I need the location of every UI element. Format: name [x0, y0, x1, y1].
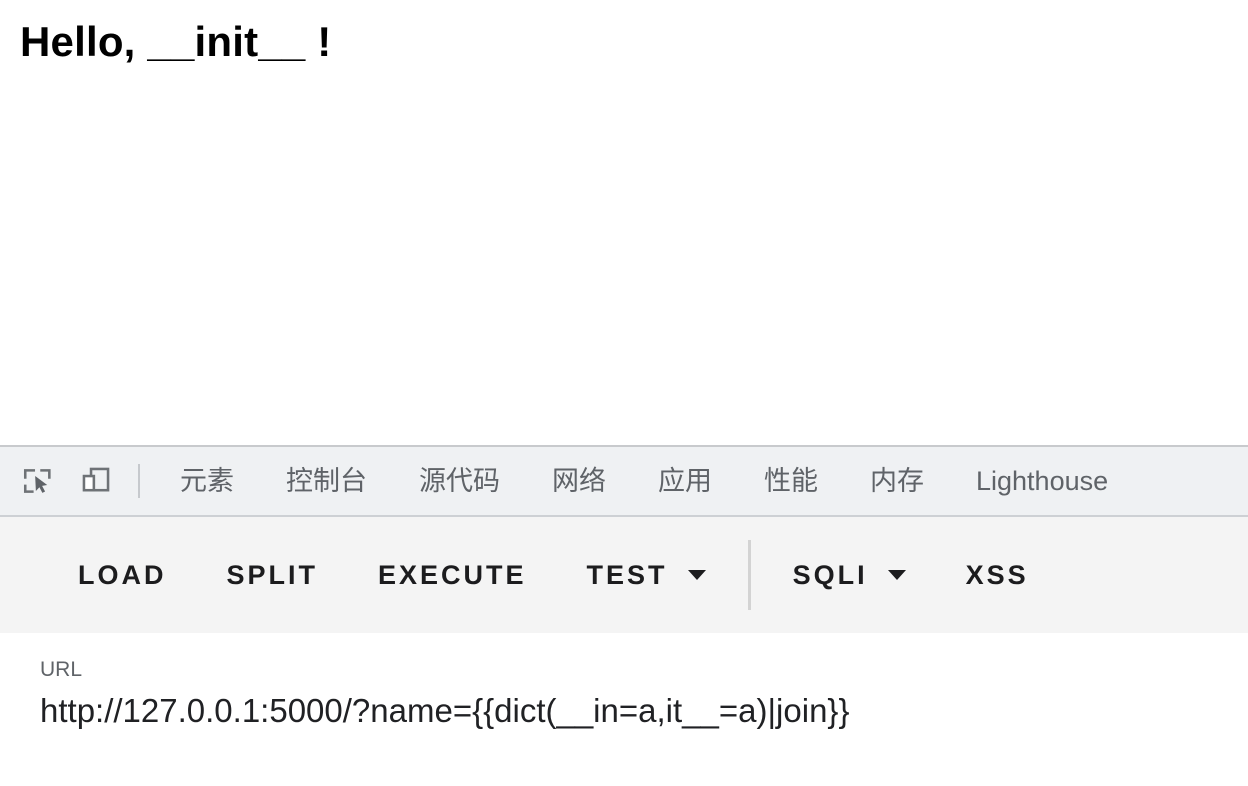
test-dropdown-button[interactable]: TEST — [557, 560, 736, 591]
url-field[interactable]: URL http://127.0.0.1:5000/?name={{dict(_… — [0, 633, 1248, 732]
devtools-tab-elements[interactable]: 元素 — [154, 448, 260, 514]
split-button[interactable]: SPLIT — [197, 560, 349, 591]
sqli-button-label: SQLI — [792, 559, 868, 590]
load-button-label: LOAD — [78, 559, 167, 590]
devtools-panel: 元素 控制台 源代码 网络 应用 性能 内存 Lighthouse LOAD S… — [0, 445, 1248, 786]
url-input[interactable]: http://127.0.0.1:5000/?name={{dict(__in=… — [40, 690, 1248, 731]
extension-toolbar: LOAD SPLIT EXECUTE TEST SQLI XSS — [0, 517, 1248, 633]
devtools-icon-divider — [138, 464, 140, 498]
toolbar-divider — [747, 540, 751, 610]
devtools-tab-performance[interactable]: 性能 — [738, 448, 844, 514]
browser-page-viewport: Hello, __init__ ! — [0, 0, 1248, 445]
load-button[interactable]: LOAD — [0, 560, 197, 591]
devtools-tab-application[interactable]: 应用 — [632, 448, 738, 514]
chevron-down-icon — [687, 570, 706, 580]
xss-button[interactable]: XSS — [936, 560, 1059, 591]
inspect-element-icon[interactable] — [14, 457, 62, 505]
device-toolbar-icon[interactable] — [72, 457, 120, 505]
sqli-dropdown-button[interactable]: SQLI — [763, 560, 936, 591]
chevron-down-icon — [887, 570, 906, 580]
page-heading: Hello, __init__ ! — [20, 18, 332, 65]
xss-button-label: XSS — [965, 559, 1029, 590]
devtools-tab-network[interactable]: 网络 — [526, 448, 632, 514]
split-button-label: SPLIT — [226, 559, 319, 590]
devtools-tab-memory[interactable]: 内存 — [844, 448, 950, 514]
url-field-label: URL — [40, 658, 83, 681]
devtools-tab-sources[interactable]: 源代码 — [393, 448, 526, 514]
devtools-tab-lighthouse[interactable]: Lighthouse — [950, 448, 1134, 514]
execute-button[interactable]: EXECUTE — [348, 560, 557, 591]
devtools-tab-console[interactable]: 控制台 — [260, 448, 393, 514]
test-button-label: TEST — [586, 559, 668, 590]
devtools-tab-strip: 元素 控制台 源代码 网络 应用 性能 内存 Lighthouse — [0, 447, 1248, 517]
execute-button-label: EXECUTE — [378, 559, 527, 590]
